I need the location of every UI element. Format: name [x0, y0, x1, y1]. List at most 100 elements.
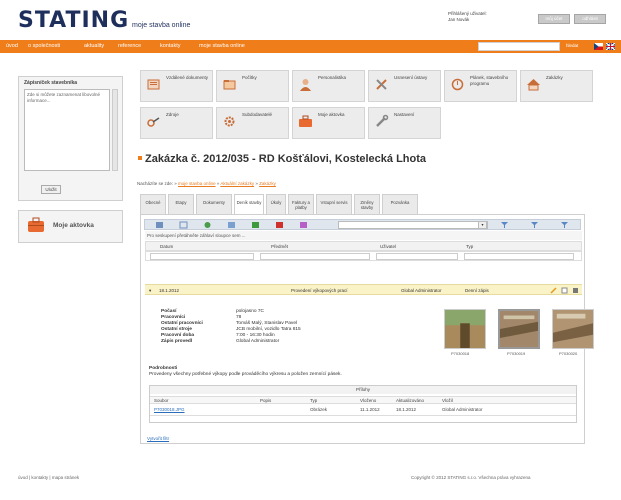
flag-en-icon[interactable]: [606, 43, 615, 50]
nav-item-about[interactable]: o společnosti: [28, 43, 60, 49]
att-col-desc[interactable]: Popis: [260, 398, 271, 403]
details-text: Provedeny všechny potřebné výkopy podle …: [149, 372, 342, 377]
breadcrumb-link-build[interactable]: moje stavba online: [178, 181, 216, 186]
col-user[interactable]: Uživatel: [380, 244, 396, 249]
tab-invitation[interactable]: Pozvánka: [382, 194, 418, 214]
edit-pencil-icon[interactable]: [550, 287, 557, 294]
photo-thumbnail[interactable]: [552, 309, 594, 349]
breadcrumb-prefix: Nacházíte se zde: »: [137, 181, 177, 186]
col-date[interactable]: Datum: [160, 244, 173, 249]
att-type: Obrázek: [310, 407, 328, 412]
tile-calculations[interactable]: Počítky: [216, 70, 289, 102]
att-col-file[interactable]: Soubor: [154, 398, 169, 403]
nav-item-my-build[interactable]: moje stavba online: [199, 43, 245, 49]
grid-icon[interactable]: [227, 221, 236, 229]
tools-icon: [376, 79, 387, 90]
tile-settings[interactable]: Nastavení: [368, 107, 441, 139]
notebook-title: Zápisníček stavebníka: [24, 80, 78, 86]
search-input[interactable]: [478, 42, 560, 51]
grid-quick-search[interactable]: [338, 221, 488, 229]
flag-cz-icon[interactable]: [594, 43, 603, 50]
grid-header-row: Datum Předmět Uživatel Typ: [145, 241, 582, 251]
my-account-button[interactable]: můj účet: [538, 14, 570, 24]
tile-subcontractors[interactable]: Subdodavatelé: [216, 107, 289, 139]
my-bag-box[interactable]: Moje aktovka: [18, 210, 123, 243]
tile-remote-documents[interactable]: Vzdálené dokumenty: [140, 70, 213, 102]
nav-item-references[interactable]: reference: [118, 43, 141, 49]
breadcrumb-link-orders[interactable]: Zakázky: [259, 181, 276, 186]
delete-icon[interactable]: [572, 287, 579, 294]
col-type[interactable]: Typ: [466, 244, 473, 249]
tile-personnel[interactable]: Personalistika: [292, 70, 365, 102]
photo-thumbnail[interactable]: [444, 309, 486, 349]
col-subject[interactable]: Předmět: [271, 244, 288, 249]
att-col-updated[interactable]: Aktualizováno: [396, 398, 424, 403]
attachment-row[interactable]: P7030018.JPG Obrázek 11.1.2012 18.1.2012…: [150, 406, 576, 414]
edit-icon[interactable]: [179, 221, 188, 229]
filter-type[interactable]: [464, 253, 574, 260]
notebook-save-button[interactable]: Uložit: [41, 185, 61, 194]
expand-icon[interactable]: ▾: [149, 288, 151, 294]
attachments-header: Soubor Popis Typ Vloženo Aktualizováno V…: [150, 396, 576, 404]
att-col-author[interactable]: Vložil: [442, 398, 453, 403]
att-col-added[interactable]: Vloženo: [360, 398, 376, 403]
tab-diary[interactable]: Deník stavby: [234, 194, 264, 214]
photo-caption: P7030020: [559, 351, 578, 356]
notebook-scrollbar[interactable]: [112, 89, 118, 171]
att-file-link[interactable]: P7030018.JPG: [154, 407, 185, 412]
notebook-textarea[interactable]: Zde si můžete zaznamenat libovolné infor…: [24, 89, 110, 171]
att-author: Global Administrator: [442, 407, 483, 412]
tab-entry-service[interactable]: Vstupní servis: [316, 194, 352, 214]
detail-label-author: Zápis provedl: [161, 339, 193, 344]
notebook-box: Zápisníček stavebníka Zde si můžete zazn…: [18, 76, 123, 201]
main-nav: úvod o společnosti aktuality reference k…: [0, 40, 621, 53]
house-icon: [527, 79, 540, 91]
breadcrumb-link-current[interactable]: Aktuální zakázky: [220, 181, 254, 186]
refresh-icon[interactable]: [203, 221, 212, 229]
tab-invoices[interactable]: Faktury a platby: [288, 194, 314, 214]
att-updated: 18.1.2012: [396, 407, 417, 412]
tab-documents[interactable]: Dokumenty: [196, 194, 232, 214]
briefcase-icon: [28, 217, 44, 232]
logout-button[interactable]: odhlásit: [574, 14, 606, 24]
documents-icon: [147, 79, 160, 90]
tile-resources[interactable]: Zdroje: [140, 107, 213, 139]
tab-general[interactable]: Obecné: [140, 194, 166, 214]
tile-resolutions[interactable]: Usnesení ústavy: [368, 70, 441, 102]
filter-clear-icon[interactable]: [530, 221, 539, 229]
row-type: Denní zápis: [465, 288, 489, 293]
tab-tasks[interactable]: Úkoly: [266, 194, 286, 214]
tab-changes[interactable]: Změny stavby: [354, 194, 380, 214]
tile-my-bag[interactable]: Moje aktovka: [292, 107, 365, 139]
attachments-table: Přílohy Soubor Popis Typ Vloženo Aktuali…: [149, 385, 577, 423]
attachments-filter-row[interactable]: [150, 415, 576, 423]
filter-subject[interactable]: [260, 253, 370, 260]
nav-item-news[interactable]: aktuality: [84, 43, 104, 49]
photo-thumbnail[interactable]: [498, 309, 540, 349]
tile-orders[interactable]: Zakázky: [520, 70, 593, 102]
nav-item-home[interactable]: úvod: [6, 43, 18, 49]
filter-user[interactable]: [376, 253, 458, 260]
filter-settings-icon[interactable]: [560, 221, 569, 229]
row-date: 18.1.2012: [159, 288, 180, 293]
nav-item-contacts[interactable]: kontakty: [160, 43, 180, 49]
att-col-type[interactable]: Typ: [310, 398, 317, 403]
quick-search-dropdown[interactable]: ▾: [478, 221, 487, 229]
excel-icon[interactable]: [251, 221, 260, 229]
table-row[interactable]: ▾ 18.1.2012 Provedení výkopových prací G…: [145, 284, 582, 295]
login-info: Přihlášený uživatel: Jan Novák: [448, 11, 487, 23]
tab-stages[interactable]: Etapy: [168, 194, 194, 214]
filter-icon[interactable]: [500, 221, 509, 229]
new-record-icon[interactable]: [155, 221, 164, 229]
filter-date[interactable]: [150, 253, 254, 260]
diary-panel: ▾ Pro seskupení přetáhněte záhlaví sloup…: [140, 214, 594, 444]
create-filter-link[interactable]: Vytvořit filtr: [147, 436, 169, 441]
logo[interactable]: STATING: [18, 8, 129, 33]
pdf-icon[interactable]: [275, 221, 284, 229]
footer-links[interactable]: úvod | kontakty | mapa stránek: [18, 475, 79, 480]
copy-icon[interactable]: [561, 287, 568, 294]
search-button[interactable]: hledat: [566, 43, 578, 48]
gear-icon: [224, 116, 235, 127]
tile-building-plan[interactable]: Plánek, stavebního programu: [444, 70, 517, 102]
print-icon[interactable]: [299, 221, 308, 229]
